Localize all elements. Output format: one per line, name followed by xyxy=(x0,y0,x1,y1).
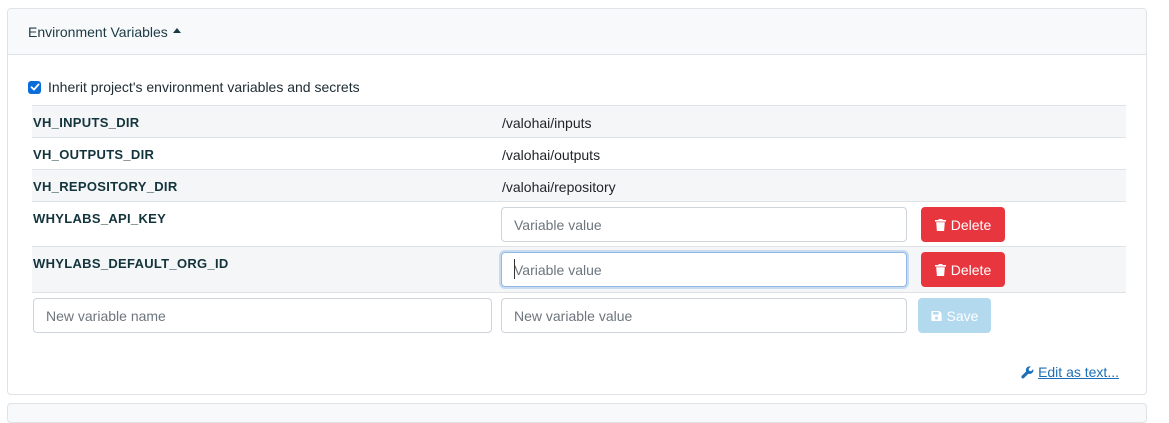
table-row: WHYLABS_API_KEY Delete xyxy=(32,202,1126,247)
delete-label: Delete xyxy=(950,261,992,278)
next-card-edge xyxy=(7,403,1147,423)
variables-table: VH_INPUTS_DIR /valohai/inputs VH_OUTPUTS… xyxy=(32,105,1126,337)
save-icon xyxy=(930,310,942,321)
new-variable-row: Save xyxy=(32,293,1126,337)
edit-as-text-link[interactable]: Edit as text... xyxy=(1021,364,1119,380)
save-button[interactable]: Save xyxy=(918,298,991,333)
save-label: Save xyxy=(946,307,979,324)
variable-value: /valohai/outputs xyxy=(502,147,601,163)
new-variable-value-input[interactable] xyxy=(501,298,907,333)
variable-value: /valohai/inputs xyxy=(502,115,592,131)
edit-as-text-label: Edit as text... xyxy=(1038,364,1119,380)
variable-name: WHYLABS_API_KEY xyxy=(33,211,167,226)
checkmark-icon xyxy=(30,83,39,91)
variable-value: /valohai/repository xyxy=(502,179,616,195)
inherit-checkbox[interactable] xyxy=(28,80,41,94)
caret-up-icon xyxy=(172,28,181,33)
trash-icon xyxy=(934,218,946,231)
wrench-icon xyxy=(1021,365,1034,378)
variable-name: VH_INPUTS_DIR xyxy=(33,115,140,130)
variable-value-input[interactable] xyxy=(501,252,907,287)
delete-button[interactable]: Delete xyxy=(921,207,1005,242)
environment-variables-card: Environment Variables Inherit project's … xyxy=(7,8,1147,395)
variable-value-input[interactable] xyxy=(501,207,907,242)
delete-label: Delete xyxy=(950,216,992,233)
variable-name: WHYLABS_DEFAULT_ORG_ID xyxy=(33,256,229,271)
new-variable-name-input[interactable] xyxy=(33,298,492,333)
inherit-label[interactable]: Inherit project's environment variables … xyxy=(48,79,360,95)
table-row: VH_REPOSITORY_DIR /valohai/repository xyxy=(32,170,1126,202)
text-cursor xyxy=(514,259,515,279)
variable-name: VH_REPOSITORY_DIR xyxy=(33,179,178,194)
inherit-row: Inherit project's environment variables … xyxy=(28,79,360,95)
table-row: VH_OUTPUTS_DIR /valohai/outputs xyxy=(32,138,1126,170)
table-row: WHYLABS_DEFAULT_ORG_ID Delete xyxy=(32,247,1126,293)
variable-name: VH_OUTPUTS_DIR xyxy=(33,147,155,162)
card-header-toggle[interactable]: Environment Variables xyxy=(8,9,1146,55)
section-title: Environment Variables xyxy=(28,23,168,40)
delete-button[interactable]: Delete xyxy=(921,252,1005,287)
trash-icon xyxy=(934,263,946,276)
table-row: VH_INPUTS_DIR /valohai/inputs xyxy=(32,106,1126,138)
